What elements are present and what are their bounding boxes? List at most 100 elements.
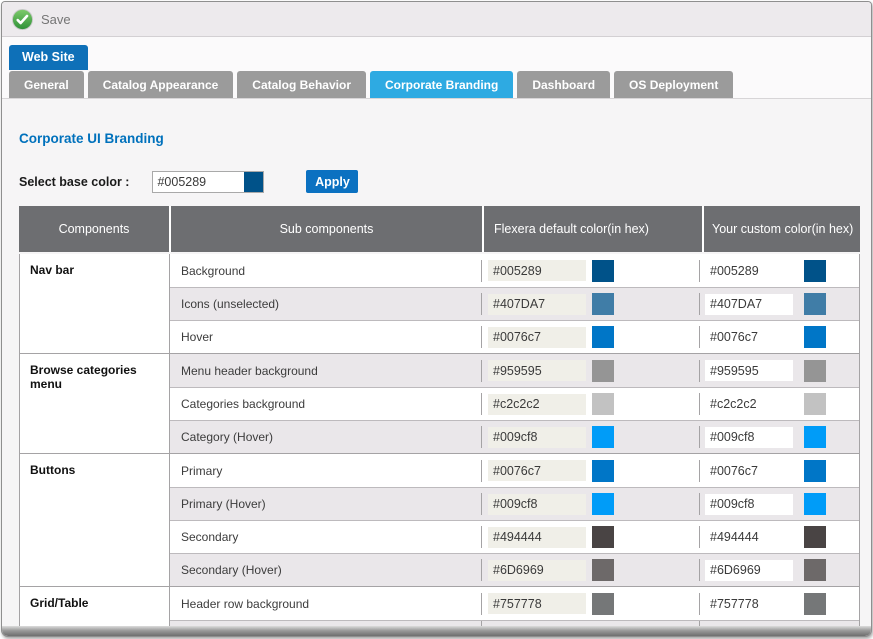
default-color-input [488,593,586,614]
sub-component-label: Background [170,264,481,278]
base-color-row: Select base color : Apply [19,170,871,193]
default-color-input [488,294,586,315]
sub-component-label: Category (Hover) [170,430,481,444]
custom-color-cell [699,460,856,482]
default-color-swatch [592,559,614,581]
custom-color-cell [699,260,856,282]
custom-color-input[interactable] [705,327,793,348]
table-row: Header row background [170,587,859,620]
default-color-cell [481,460,699,482]
table-row: Primary [170,454,859,487]
tab-catalog-behavior[interactable]: Catalog Behavior [237,71,366,98]
custom-color-cell [699,559,856,581]
custom-color-input[interactable] [705,294,793,315]
custom-color-cell [699,393,856,415]
default-color-cell [481,260,699,282]
default-color-cell [481,493,699,515]
base-color-label: Select base color : [19,175,129,189]
custom-color-input[interactable] [705,460,793,481]
custom-color-swatch [804,393,826,415]
default-color-cell [481,360,699,382]
tab-corporate-branding[interactable]: Corporate Branding [370,71,513,98]
default-color-cell [481,559,699,581]
corporate-branding-panel: Corporate UI Branding Select base color … [2,131,871,631]
apply-button[interactable]: Apply [306,170,358,193]
table-row: Primary (Hover) [170,487,859,520]
default-color-input [488,560,586,581]
column-header: Flexera default color(in hex) [484,206,702,252]
toolbar: Save [2,2,871,37]
custom-color-cell [699,426,856,448]
component-group: Browse categories menuMenu header backgr… [20,353,859,453]
tab-web-site[interactable]: Web Site [9,45,88,70]
default-color-cell [481,326,699,348]
primary-tab-strip: Web Site [2,37,871,71]
default-color-input [488,427,586,448]
component-group: ButtonsPrimaryPrimary (Hover)SecondarySe… [20,453,859,586]
table-row: Categories background [170,387,859,420]
custom-color-swatch [804,260,826,282]
default-color-swatch [592,426,614,448]
custom-color-swatch [804,559,826,581]
component-cell: Buttons [20,454,170,586]
sub-component-label: Hover [170,330,481,344]
default-color-swatch [592,493,614,515]
save-check-icon [11,8,34,31]
custom-color-swatch [804,293,826,315]
custom-color-cell [699,593,856,615]
component-cell: Nav bar [20,254,170,353]
branding-table-body: Nav barBackground Icons (unselected) Hover… [19,254,860,631]
default-color-input [488,494,586,515]
custom-color-cell [699,493,856,515]
default-color-input [488,360,586,381]
default-color-cell [481,593,699,615]
custom-color-input[interactable] [705,560,793,581]
custom-color-input[interactable] [705,360,793,381]
default-color-swatch [592,393,614,415]
custom-color-input[interactable] [705,260,793,281]
sub-component-label: Primary [170,464,481,478]
table-row: Category (Hover) [170,420,859,453]
custom-color-cell [699,360,856,382]
custom-color-swatch [804,493,826,515]
branding-table-header: ComponentsSub componentsFlexera default … [19,206,860,252]
default-color-input [488,327,586,348]
custom-color-input[interactable] [705,494,793,515]
custom-color-input[interactable] [705,593,793,614]
tab-general[interactable]: General [9,71,84,98]
custom-color-input[interactable] [705,427,793,448]
default-color-input [488,394,586,415]
custom-color-swatch [804,593,826,615]
component-cell: Browse categories menu [20,354,170,453]
custom-color-input[interactable] [705,394,793,415]
sub-component-label: Icons (unselected) [170,297,481,311]
sub-component-label: Categories background [170,397,481,411]
default-color-swatch [592,326,614,348]
base-color-swatch[interactable] [244,171,264,193]
custom-color-swatch [804,426,826,448]
column-header: Your custom color(in hex) [704,206,860,252]
tab-catalog-appearance[interactable]: Catalog Appearance [88,71,234,98]
table-row: Hover [170,320,859,353]
base-color-input[interactable] [152,171,244,193]
table-row: Secondary (Hover) [170,553,859,586]
default-color-cell [481,526,699,548]
save-label: Save [41,12,71,27]
save-button[interactable]: Save [11,8,71,31]
custom-color-input[interactable] [705,527,793,548]
page-title: Corporate UI Branding [19,131,871,146]
sub-component-label: Secondary (Hover) [170,563,481,577]
default-color-input [488,460,586,481]
default-color-cell [481,293,699,315]
custom-color-swatch [804,460,826,482]
secondary-tab-strip: GeneralCatalog AppearanceCatalog Behavio… [2,71,871,99]
branding-table: ComponentsSub componentsFlexera default … [19,206,860,631]
tab-os-deployment[interactable]: OS Deployment [614,71,733,98]
default-color-swatch [592,526,614,548]
component-group: Grid/TableHeader row backgroundRow selec… [20,586,859,630]
default-color-swatch [592,293,614,315]
table-row: Menu header background [170,354,859,387]
custom-color-swatch [804,326,826,348]
tab-dashboard[interactable]: Dashboard [517,71,610,98]
custom-color-cell [699,526,856,548]
